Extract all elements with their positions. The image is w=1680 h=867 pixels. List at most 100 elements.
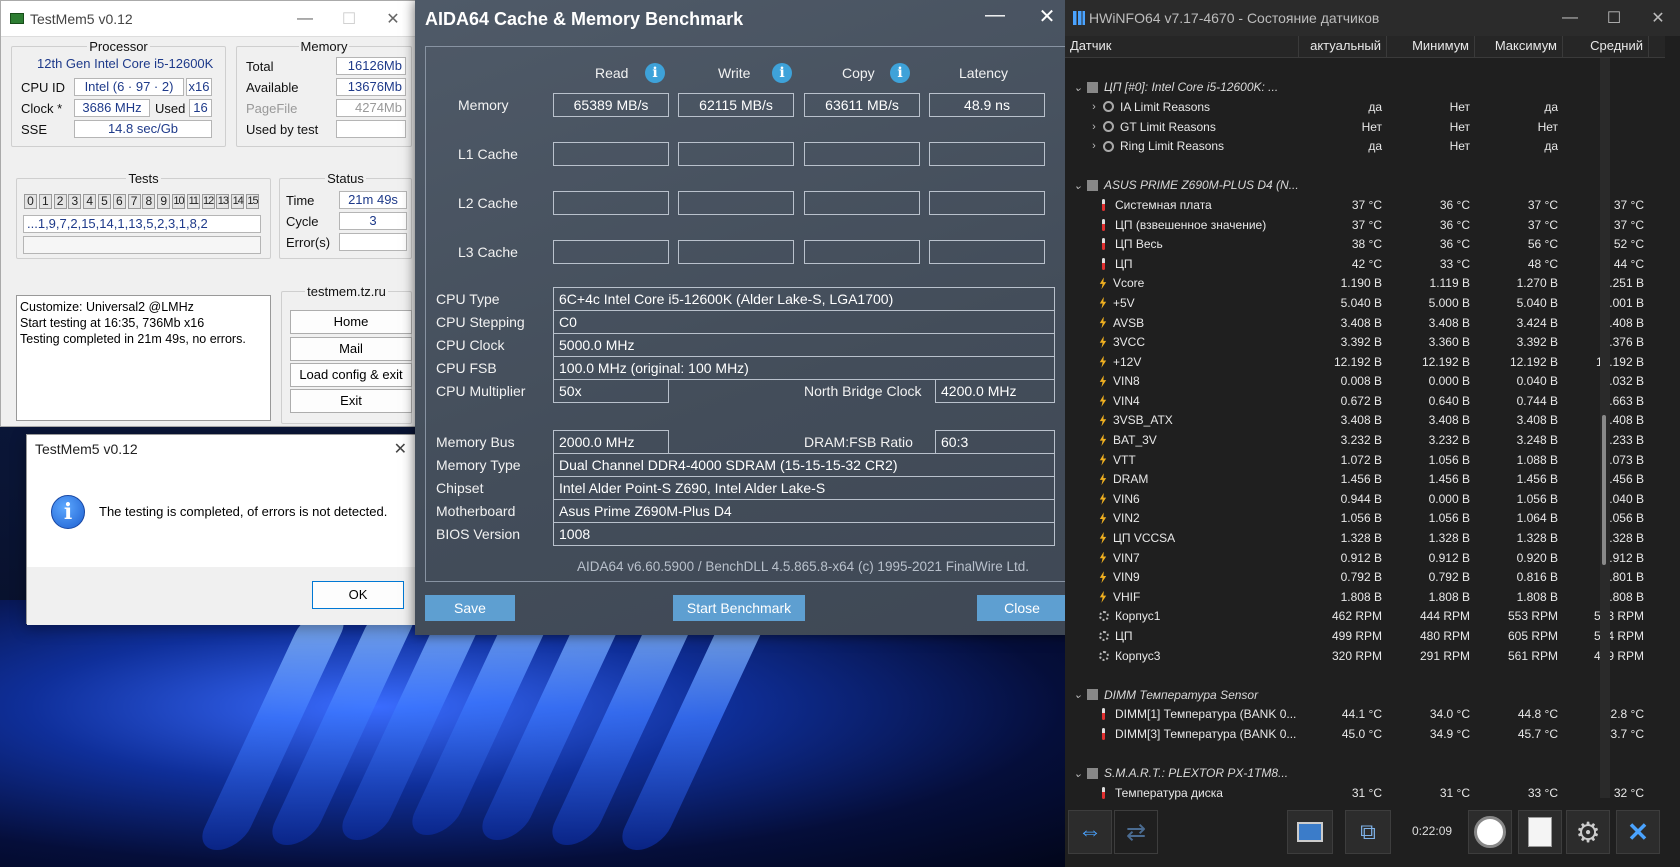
start-benchmark-button[interactable]: Start Benchmark: [673, 595, 805, 621]
maximize-button[interactable]: ☐: [327, 9, 371, 29]
minimize-button[interactable]: —: [975, 4, 1015, 27]
sensor-value: 1.056 В: [1516, 491, 1558, 506]
mail-button[interactable]: Mail: [290, 337, 412, 361]
sensor-value: Нет: [1361, 119, 1382, 134]
network-button[interactable]: ⧉: [1345, 810, 1391, 854]
col-current[interactable]: актуальный: [1299, 36, 1387, 57]
dialog-close-button[interactable]: ✕: [394, 439, 407, 459]
sensor-row[interactable]: 3VCC 3.392 В 3.360 В 3.392 В 3.376 В: [1065, 332, 1665, 352]
sensor-row[interactable]: VHIF 1.808 В 1.808 В 1.808 В 1.808 В: [1065, 587, 1665, 607]
close-button[interactable]: ✕: [1027, 4, 1067, 29]
sensor-row[interactable]: +12V 12.192 В 12.192 В 12.192 В 12.192 В: [1065, 352, 1665, 372]
close-button[interactable]: ✕: [1636, 8, 1680, 28]
clock-button[interactable]: [1468, 810, 1512, 854]
sensor-group-row[interactable]: ⌄ ASUS PRIME Z690M-PLUS D4 (N...: [1065, 176, 1665, 196]
collapse-chevron-icon[interactable]: ⌄: [1069, 767, 1087, 780]
scrollbar-thumb[interactable]: [1602, 415, 1606, 565]
sensor-row[interactable]: ЦП (взвешенное значение) 37 °C 36 °C 37 °C 3…: [1065, 215, 1665, 235]
close-dialog-button[interactable]: Close: [977, 595, 1067, 621]
sensor-row[interactable]: VIN6 0.944 В 0.000 В 1.056 В 1.040 В: [1065, 489, 1665, 509]
sensor-row[interactable]: DIMM[3] Температура (BANK 0... 45.0 °C 34.…: [1065, 724, 1665, 744]
minimize-button[interactable]: —: [1548, 9, 1592, 27]
expand-chevron-icon[interactable]: ›: [1085, 140, 1103, 152]
report-button[interactable]: [1287, 810, 1333, 854]
sensor-value: 0.672 В: [1340, 393, 1382, 408]
collapse-chevron-icon[interactable]: ⌄: [1069, 179, 1087, 192]
sensor-row[interactable]: DIMM[1] Температура (BANK 0... 44.1 °C 34.…: [1065, 705, 1665, 725]
minimize-button[interactable]: —: [283, 10, 327, 28]
settings-button[interactable]: ⚙: [1566, 810, 1610, 854]
nav-collapse-button[interactable]: ⇄: [1114, 810, 1158, 854]
sensor-row[interactable]: Корпус3 320 RPM 291 RPM 561 RPM 479 RPM: [1065, 646, 1665, 666]
col-avg[interactable]: Средний: [1563, 36, 1649, 57]
sensor-row[interactable]: VTT 1.072 В 1.056 В 1.088 В 1.073 В: [1065, 450, 1665, 470]
sensor-row[interactable]: Корпус1 462 RPM 444 RPM 553 RPM 523 RPM: [1065, 607, 1665, 627]
tests-legend: Tests: [128, 171, 159, 186]
blank-row[interactable]: [1065, 58, 1665, 78]
lightning-icon: [1099, 394, 1107, 407]
sensor-value: 0.008 В: [1340, 374, 1382, 389]
sensor-value: 3.408 В: [1340, 315, 1382, 330]
expand-chevron-icon[interactable]: ›: [1085, 101, 1103, 113]
aida64-window: AIDA64 Cache & Memory Benchmark — ✕ Read…: [415, 0, 1077, 635]
blank-row[interactable]: [1065, 156, 1665, 176]
collapse-chevron-icon[interactable]: ⌄: [1069, 688, 1087, 701]
sensor-row[interactable]: VIN2 1.056 В 1.056 В 1.064 В 1.056 В: [1065, 509, 1665, 529]
sensor-value: 561 RPM: [1507, 648, 1558, 663]
sensor-row[interactable]: AVSB 3.408 В 3.408 В 3.424 В 3.408 В: [1065, 313, 1665, 333]
ok-button[interactable]: OK: [312, 581, 404, 609]
sensor-row[interactable]: VIN4 0.672 В 0.640 В 0.744 В 0.663 В: [1065, 391, 1665, 411]
sensor-row[interactable]: › Ring Limit Reasons да Нет да: [1065, 136, 1665, 156]
sensor-row[interactable]: +5V 5.040 В 5.000 В 5.040 В 5.001 В: [1065, 293, 1665, 313]
sensor-row[interactable]: VIN7 0.912 В 0.912 В 0.920 В 0.912 В: [1065, 548, 1665, 568]
save-button[interactable]: Save: [425, 595, 515, 621]
sensor-row[interactable]: ЦП 499 RPM 480 RPM 605 RPM 564 RPM: [1065, 626, 1665, 646]
sensor-row[interactable]: ЦП Весь 38 °C 36 °C 56 °C 52 °C: [1065, 234, 1665, 254]
col-max[interactable]: Максимум: [1475, 36, 1563, 57]
sensor-value: Нет: [1537, 119, 1558, 134]
sensor-row[interactable]: DRAM 1.456 В 1.456 В 1.456 В 1.456 В: [1065, 469, 1665, 489]
sensor-row[interactable]: Системная плата 37 °C 36 °C 37 °C 37 °C: [1065, 195, 1665, 215]
expand-chevron-icon[interactable]: ›: [1085, 121, 1103, 133]
write-info-icon[interactable]: i: [772, 63, 792, 83]
sensor-row[interactable]: Vcore 1.190 В 1.119 В 1.270 В 1.251 В: [1065, 274, 1665, 294]
motherboard-value: Asus Prime Z690M-Plus D4: [553, 499, 1055, 523]
exit-button[interactable]: Exit: [290, 389, 412, 413]
col-min[interactable]: Минимум: [1387, 36, 1475, 57]
maximize-button[interactable]: ☐: [1592, 8, 1636, 28]
sensor-row[interactable]: BAT_3V 3.232 В 3.232 В 3.248 В 3.233 В: [1065, 430, 1665, 450]
sensor-name-cell: ЦП VCCSA: [1065, 531, 1299, 545]
sensor-row[interactable]: 3VSB_ATX 3.408 В 3.408 В 3.408 В 3.408 В: [1065, 411, 1665, 431]
test-number: 11: [186, 194, 200, 209]
sensor-value: 3.360 В: [1428, 335, 1470, 350]
col-latency: Latency: [959, 65, 1009, 81]
sensor-value: 1.190 В: [1340, 276, 1382, 291]
load-config-exit-button[interactable]: Load config & exit: [290, 363, 412, 387]
home-button[interactable]: Home: [290, 310, 412, 334]
sensor-row[interactable]: VIN9 0.792 В 0.792 В 0.816 В 0.801 В: [1065, 567, 1665, 587]
log-file-button[interactable]: [1518, 810, 1562, 854]
copy-info-icon[interactable]: i: [890, 63, 910, 83]
log-box[interactable]: Customize: Universal2 @LMHz Start testin…: [16, 295, 271, 421]
sensor-row[interactable]: ЦП VCCSA 1.328 В 1.328 В 1.328 В 1.328 В: [1065, 528, 1665, 548]
sensor-row[interactable]: Температура диска 31 °C 31 °C 33 °C 32 °C: [1065, 783, 1665, 803]
sensor-group-row[interactable]: ⌄ S.M.A.R.T.: PLEXTOR PX-1TM8...: [1065, 763, 1665, 783]
exit-button[interactable]: ✕: [1616, 810, 1660, 854]
close-button[interactable]: ✕: [371, 9, 415, 29]
col-sensor[interactable]: Датчик: [1065, 36, 1299, 57]
blank-row[interactable]: [1065, 665, 1665, 685]
sensor-row[interactable]: › IA Limit Reasons да Нет да: [1065, 97, 1665, 117]
sensor-group-row[interactable]: ⌄ ЦП [#0]: Intel Core i5-12600K: ...: [1065, 78, 1665, 98]
collapse-chevron-icon[interactable]: ⌄: [1069, 81, 1087, 94]
read-info-icon[interactable]: i: [645, 63, 665, 83]
sensor-row[interactable]: ЦП 42 °C 33 °C 48 °C 44 °C: [1065, 254, 1665, 274]
sensor-name-cell: DRAM: [1065, 472, 1299, 486]
sensor-row[interactable]: › GT Limit Reasons Нет Нет Нет: [1065, 117, 1665, 137]
sensor-row[interactable]: VIN8 0.008 В 0.000 В 0.040 В 0.032 В: [1065, 372, 1665, 392]
nav-expand-button[interactable]: ⇔: [1068, 810, 1112, 854]
blank-row[interactable]: [1065, 744, 1665, 764]
sensor-group-row[interactable]: ⌄ DIMM Температура Sensor: [1065, 685, 1665, 705]
sensor-name: Ring Limit Reasons: [1120, 139, 1225, 154]
sensor-list[interactable]: ⌄ ЦП [#0]: Intel Core i5-12600K: ... › IA L…: [1065, 58, 1665, 803]
sensor-name-cell: Vcore: [1065, 276, 1299, 290]
